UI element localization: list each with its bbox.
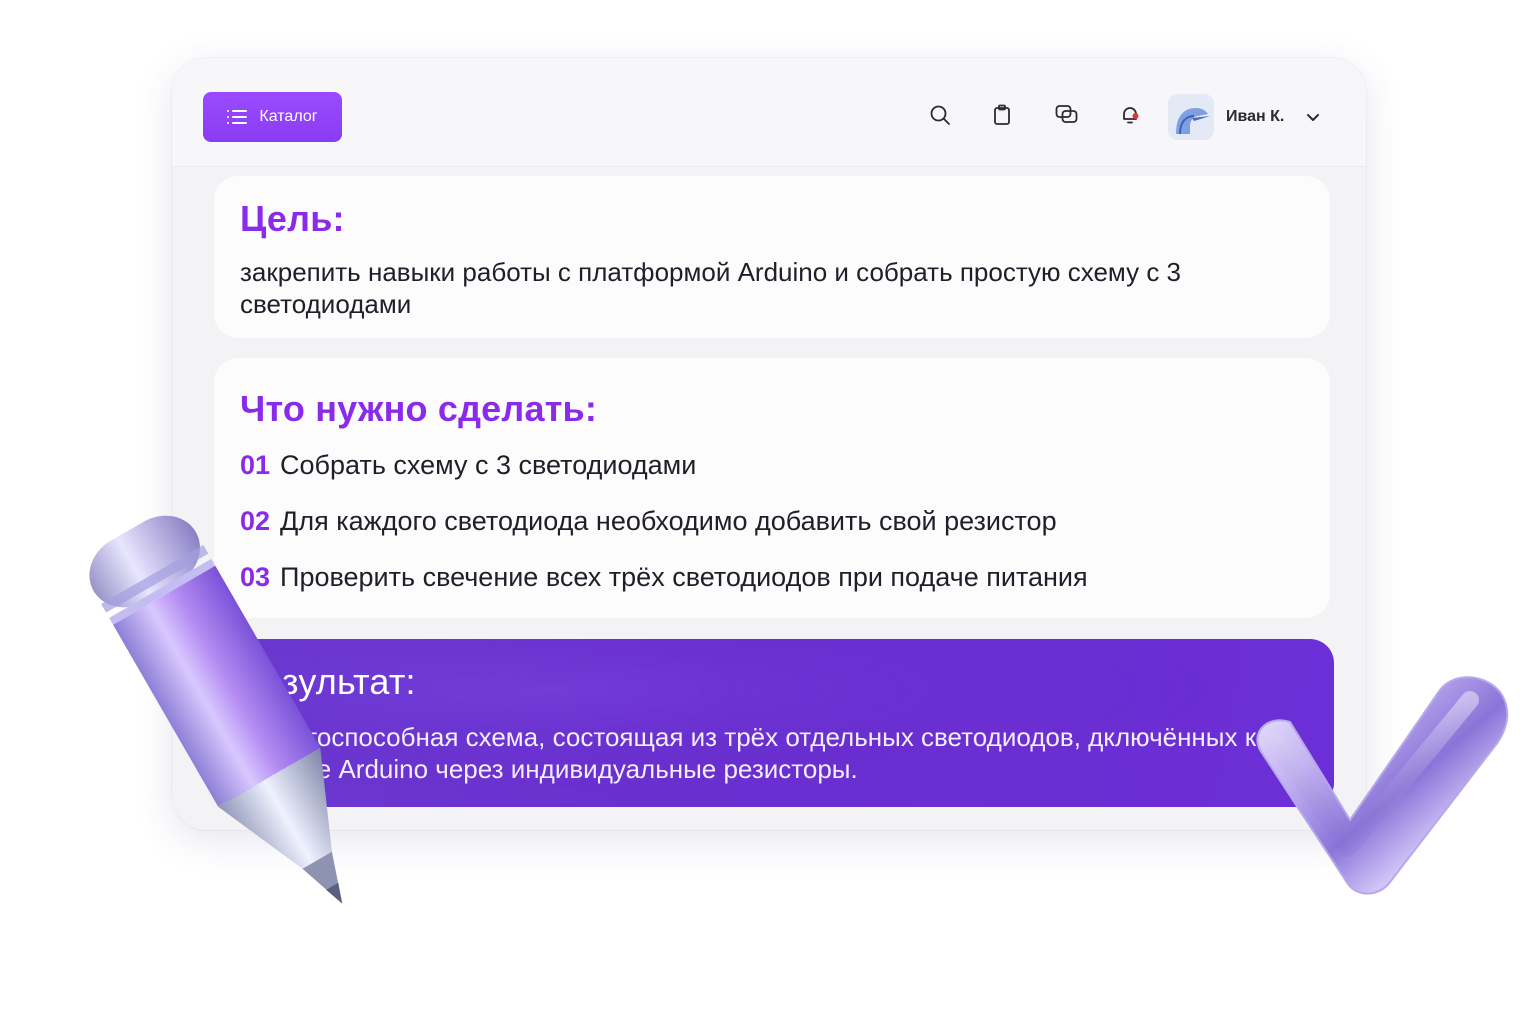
goal-card: Цель: закрепить навыки работы с платформ… bbox=[214, 176, 1330, 338]
todo-item-text: Собрать схему с 3 светодиодами bbox=[280, 450, 697, 480]
list-icon bbox=[227, 110, 248, 124]
notification-icon[interactable] bbox=[1117, 102, 1143, 128]
clipboard-icon[interactable] bbox=[989, 102, 1015, 128]
top-header: Каталог Иван К. bbox=[172, 58, 1366, 167]
result-card: Результат: аботоспособная схема, состоящ… bbox=[220, 639, 1334, 807]
stage: Каталог Иван К. Цель: закрепить навыки р… bbox=[0, 0, 1536, 1024]
todo-item-text: Проверить свечение всех трёх светодиодов… bbox=[280, 562, 1088, 592]
catalog-button[interactable]: Каталог bbox=[203, 92, 342, 142]
todo-item-text: Для каждого светодиода необходимо добави… bbox=[280, 506, 1057, 536]
avatar[interactable] bbox=[1168, 94, 1214, 140]
chat-icon[interactable] bbox=[1054, 102, 1080, 128]
goal-title: Цель: bbox=[240, 198, 345, 239]
todo-item: 02 Для каждого светодиода необходимо доба… bbox=[240, 506, 1057, 537]
todo-title: Что нужно сделать: bbox=[240, 388, 598, 429]
result-text: аботоспособная схема, состоящая из трёх … bbox=[262, 722, 1257, 784]
todo-card: Что нужно сделать: 01 Собрать схему с 3 с… bbox=[214, 358, 1330, 618]
todo-item: 01 Собрать схему с 3 светодиодами bbox=[240, 450, 696, 481]
catalog-button-label: Каталог bbox=[259, 108, 318, 125]
todo-item: 03 Проверить свечение всех трёх светодиод… bbox=[240, 562, 1088, 593]
search-icon[interactable] bbox=[927, 102, 953, 128]
todo-item-number: 01 bbox=[240, 450, 271, 480]
checkmark-icon bbox=[1256, 676, 1509, 895]
chevron-down-icon[interactable] bbox=[1304, 108, 1322, 126]
goal-text: закрепить навыки работы с платформой Ard… bbox=[240, 257, 1182, 319]
user-name[interactable]: Иван К. bbox=[1226, 108, 1284, 126]
pencil-icon bbox=[89, 515, 343, 904]
